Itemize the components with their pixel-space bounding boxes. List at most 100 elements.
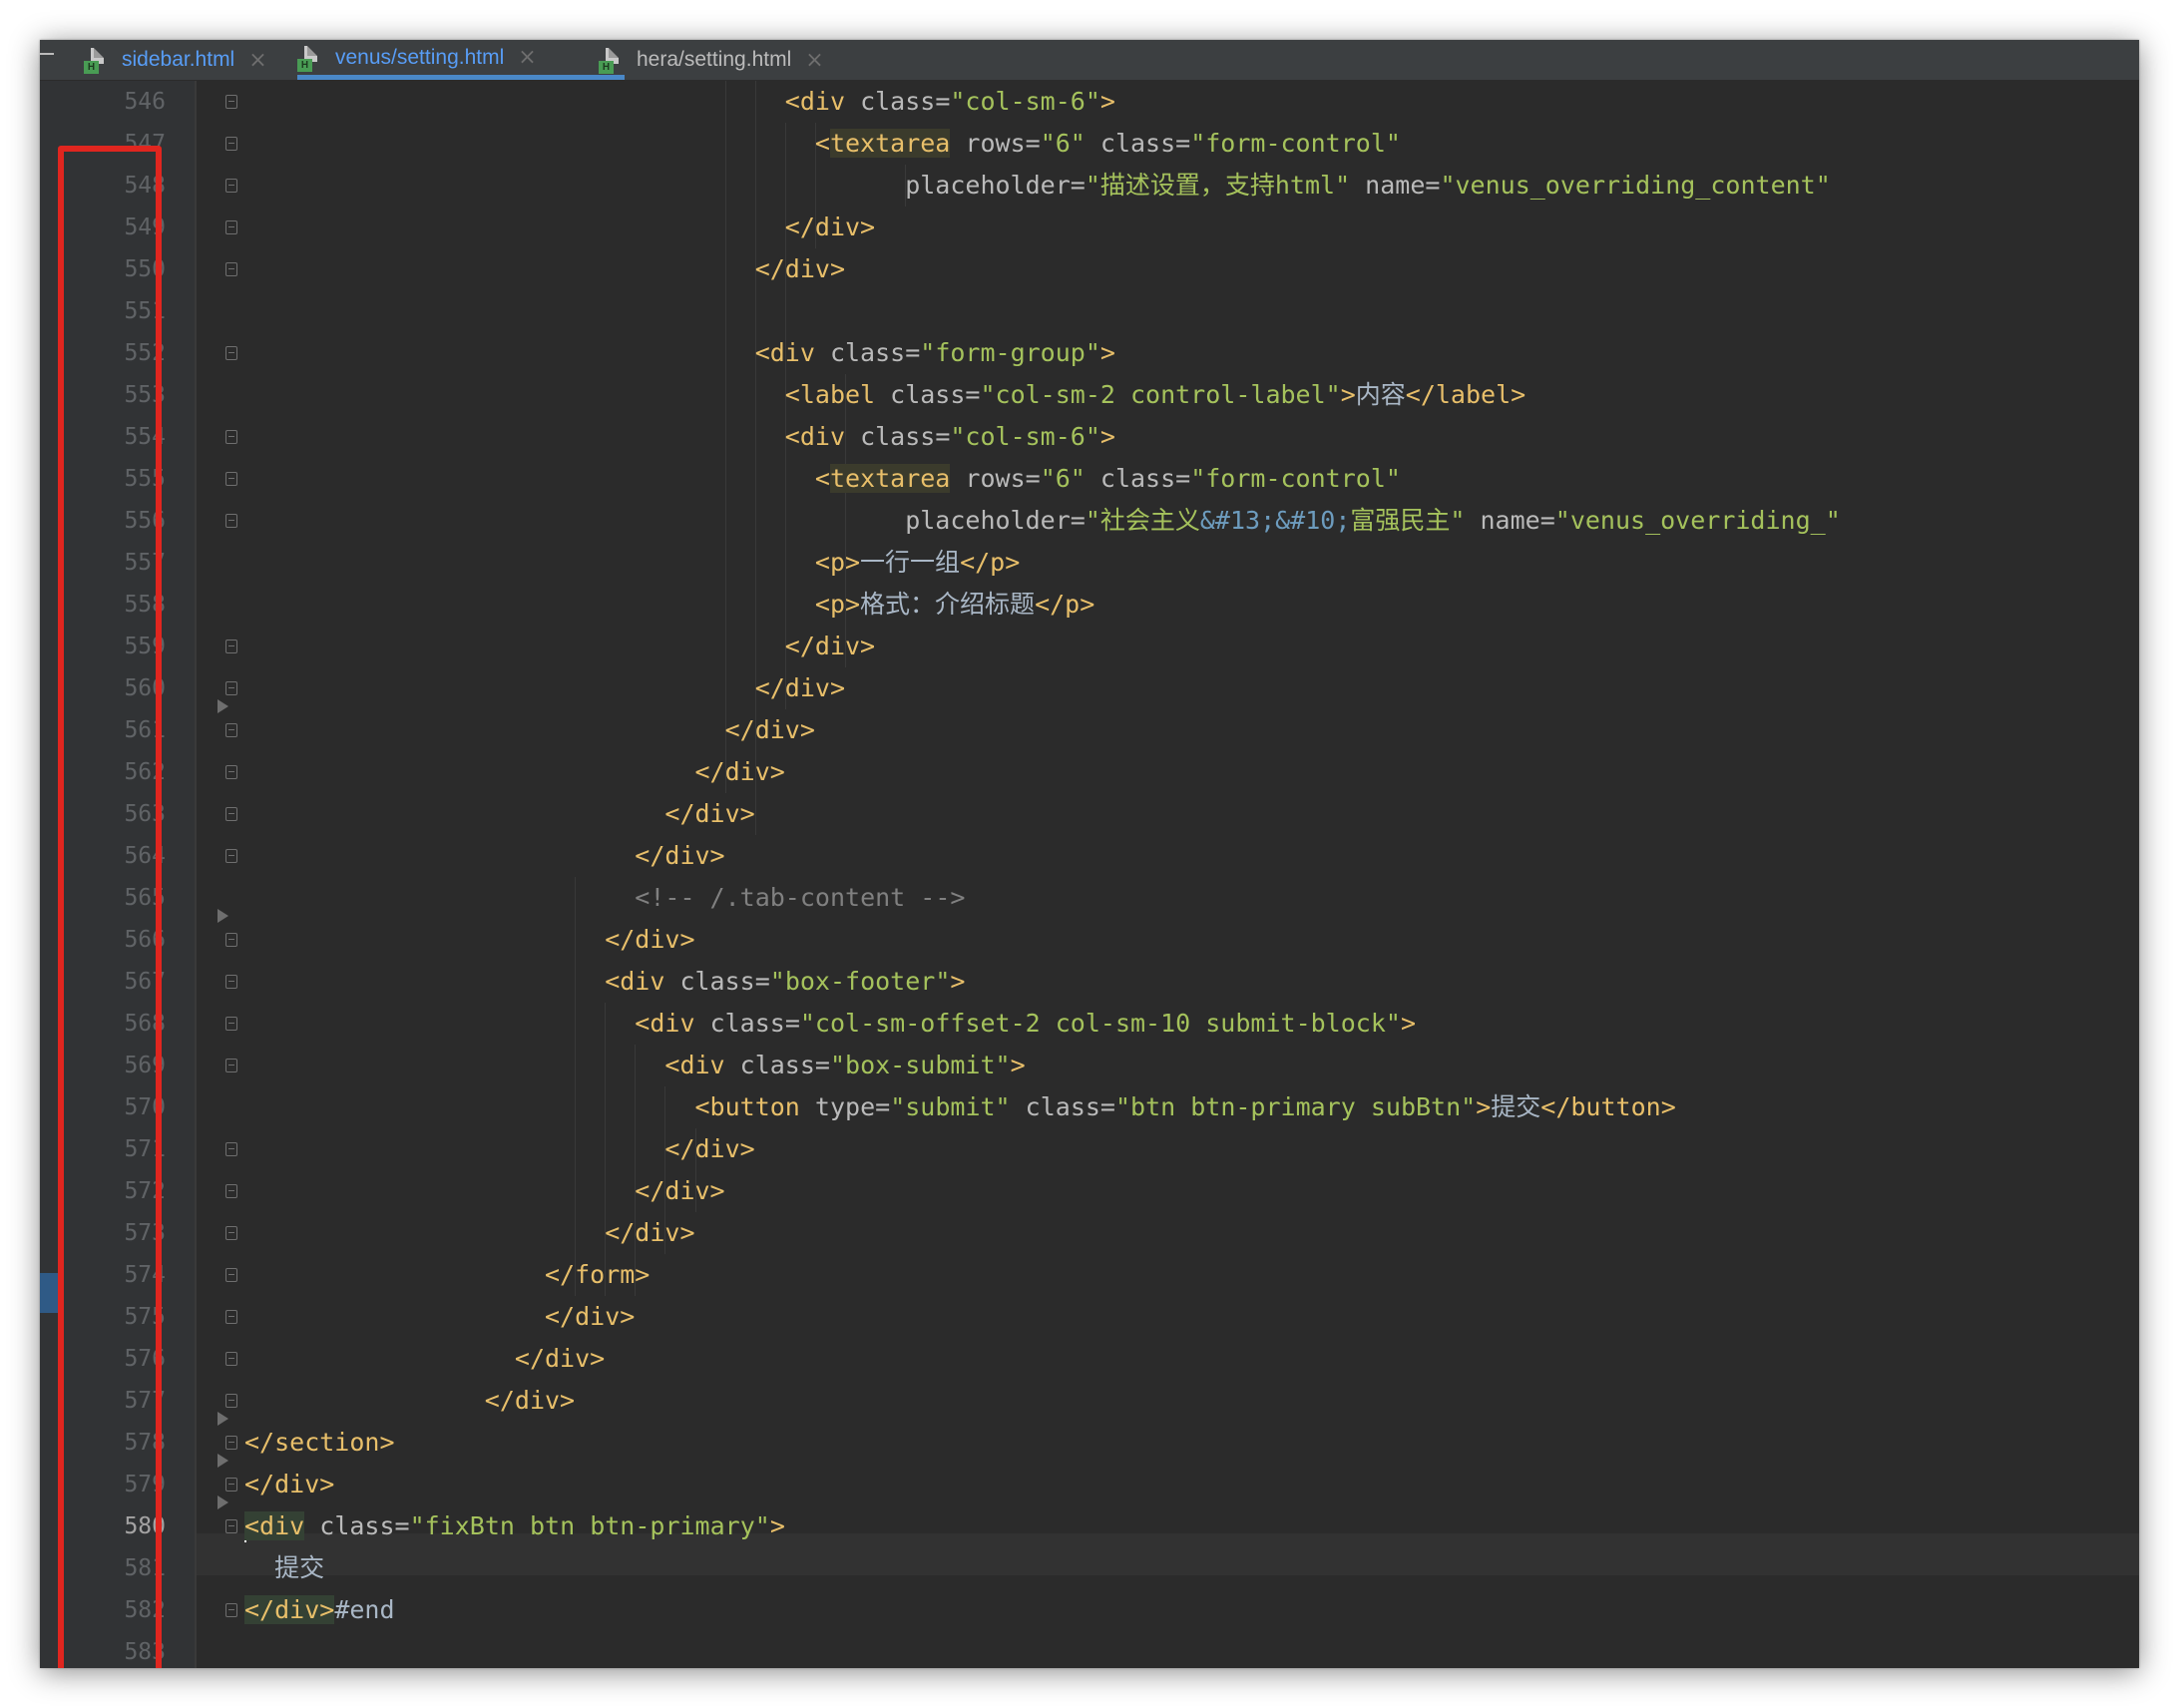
code-token: </div>	[605, 925, 695, 954]
code-line[interactable]: <div class="col-sm-offset-2 col-sm-10 su…	[244, 1003, 1841, 1045]
code-token: <	[814, 129, 830, 158]
code-token: </div>	[754, 254, 845, 283]
code-token: placeholder=	[905, 171, 1086, 200]
code-token: </button>	[1540, 1092, 1676, 1121]
code-line[interactable]: <textarea rows="6" class="form-control"	[244, 458, 1841, 500]
tab-label: hera/setting.html	[637, 48, 792, 71]
code-line[interactable]: <div class="col-sm-6">	[244, 416, 1841, 458]
code-token: </div>	[244, 1595, 335, 1624]
code-line[interactable]: </div>	[244, 667, 1841, 709]
tab-label: sidebar.html	[122, 48, 235, 71]
code-line[interactable]: </div>	[244, 626, 1841, 667]
code-token: </div>	[545, 1302, 636, 1331]
tab-hera-setting-html[interactable]: H hera/setting.html ×	[599, 40, 918, 80]
code-token: </section>	[244, 1428, 395, 1457]
code-line[interactable]: </div>	[244, 1128, 1841, 1170]
code-token: <div	[784, 87, 861, 116]
code-line[interactable]: <div class="col-sm-6">	[244, 81, 1841, 123]
code-line[interactable]: </div>	[244, 709, 1841, 751]
code-token: "form-control"	[1190, 129, 1401, 158]
code-line[interactable]: placeholder="描述设置，支持html" name="venus_ov…	[244, 165, 1841, 207]
tab-venus-setting-html[interactable]: H venus/setting.html ×	[297, 40, 625, 80]
code-line[interactable]: <div class="form-group">	[244, 332, 1841, 374]
code-line[interactable]: <label class="col-sm-2 control-label">内容…	[244, 374, 1841, 416]
code-token: "form-control"	[1190, 464, 1401, 493]
code-token: </div>	[244, 1470, 335, 1498]
code-line[interactable]: </section>	[244, 1422, 1841, 1464]
close-tab-icon[interactable]: ×	[248, 48, 266, 73]
code-line[interactable]: </div>	[244, 793, 1841, 835]
code-line[interactable]: </div>	[244, 1296, 1841, 1338]
code-area[interactable]: <div class="col-sm-6"> <textarea rows="6"…	[197, 81, 2139, 1668]
code-token: </p>	[960, 548, 1021, 577]
code-line[interactable]: </div>	[244, 1212, 1841, 1254]
code-line[interactable]: <p>格式：介绍标题</p>	[244, 584, 1841, 626]
code-token: class=	[679, 967, 770, 996]
code-line[interactable]: </div>#end	[244, 1589, 1841, 1631]
code-token: </div>	[664, 799, 755, 828]
close-tab-icon[interactable]: ×	[518, 45, 536, 70]
line-number[interactable]: 546	[60, 81, 166, 123]
code-line[interactable]: </div>	[244, 751, 1841, 793]
code-token: "venus_overriding_content"	[1440, 171, 1831, 200]
code-token: >	[1099, 87, 1115, 116]
code-line[interactable]: </div>	[244, 248, 1841, 290]
code-token: <p>	[814, 548, 861, 577]
code-token: "submit"	[890, 1092, 1011, 1121]
code-token: </div>	[484, 1386, 576, 1415]
code-line[interactable]: </div>	[244, 835, 1841, 877]
code-token: >	[1099, 422, 1115, 451]
code-token: "btn btn-primary subBtn"	[1114, 1092, 1477, 1121]
code-token: </div>	[694, 757, 785, 786]
tab-menu-icon[interactable]	[40, 53, 54, 55]
code-token: >	[1476, 1092, 1492, 1121]
code-line[interactable]: <!-- /.tab-content -->	[244, 877, 1841, 919]
code-token: class=	[1085, 464, 1191, 493]
code-line[interactable]: 提交	[244, 1547, 1841, 1589]
code-line[interactable]: placeholder="社会主义&#13;&#10;富强民主" name="v…	[244, 500, 1841, 542]
code-line[interactable]	[244, 290, 1841, 332]
code-token: "venus_overriding_"	[1554, 506, 1841, 535]
code-token: 提交	[274, 1553, 325, 1582]
code-token: "社会主义	[1085, 506, 1200, 535]
code-token: </div>	[784, 632, 876, 660]
code-line[interactable]: </div>	[244, 1464, 1841, 1505]
code-token: "form-group"	[920, 338, 1100, 367]
code-line[interactable]: <div class="fixBtn btn btn-primary">	[244, 1505, 1841, 1547]
code-line[interactable]: <button type="submit" class="btn btn-pri…	[244, 1086, 1841, 1128]
code-token: </div>	[605, 1218, 695, 1247]
code-editor[interactable]: 546 547 548 549 550 551 552 553 554 555 556 557 558 5…	[40, 81, 2139, 1668]
code-token: "box-submit"	[829, 1051, 1011, 1079]
editor-tab-bar: H sidebar.html × H venus/setting.html × …	[40, 40, 2139, 81]
code-line[interactable]	[244, 1631, 1841, 1668]
tab-sidebar-html[interactable]: H sidebar.html ×	[84, 40, 329, 80]
code-line[interactable]: </div>	[244, 1338, 1841, 1380]
code-line[interactable]: <div class="box-submit">	[244, 1045, 1841, 1086]
code-token: <!-- /.tab-content -->	[635, 883, 966, 912]
tab-label: venus/setting.html	[335, 45, 505, 69]
code-line[interactable]: <p>一行一组</p>	[244, 542, 1841, 584]
code-token: <	[814, 464, 830, 493]
code-line[interactable]: </div>	[244, 919, 1841, 961]
code-token: </div>	[635, 841, 725, 870]
code-line[interactable]: </div>	[244, 1380, 1841, 1422]
code-line[interactable]: </div>	[244, 1170, 1841, 1212]
code-token: 提交	[1491, 1092, 1541, 1121]
code-line[interactable]: <textarea rows="6" class="form-control"	[244, 123, 1841, 165]
code-token: </div>	[664, 1134, 755, 1163]
code-token: "描述设置，支持html"	[1085, 171, 1351, 200]
code-token: >	[769, 1511, 785, 1540]
code-token: <div	[605, 967, 680, 996]
code-token: class=	[1085, 129, 1191, 158]
code-line[interactable]: <div class="box-footer">	[244, 961, 1841, 1003]
code-token: >	[1400, 1009, 1416, 1038]
code-token: &#13;&#10;	[1199, 506, 1351, 535]
code-lines[interactable]: <div class="col-sm-6"> <textarea rows="6"…	[244, 81, 1841, 1668]
close-tab-icon[interactable]: ×	[805, 48, 823, 73]
code-line[interactable]: </form>	[244, 1254, 1841, 1296]
code-token: >	[1340, 380, 1356, 409]
code-token: <p>	[814, 590, 861, 619]
code-token: class=	[860, 87, 951, 116]
code-token: <div	[784, 422, 861, 451]
code-line[interactable]: </div>	[244, 207, 1841, 248]
